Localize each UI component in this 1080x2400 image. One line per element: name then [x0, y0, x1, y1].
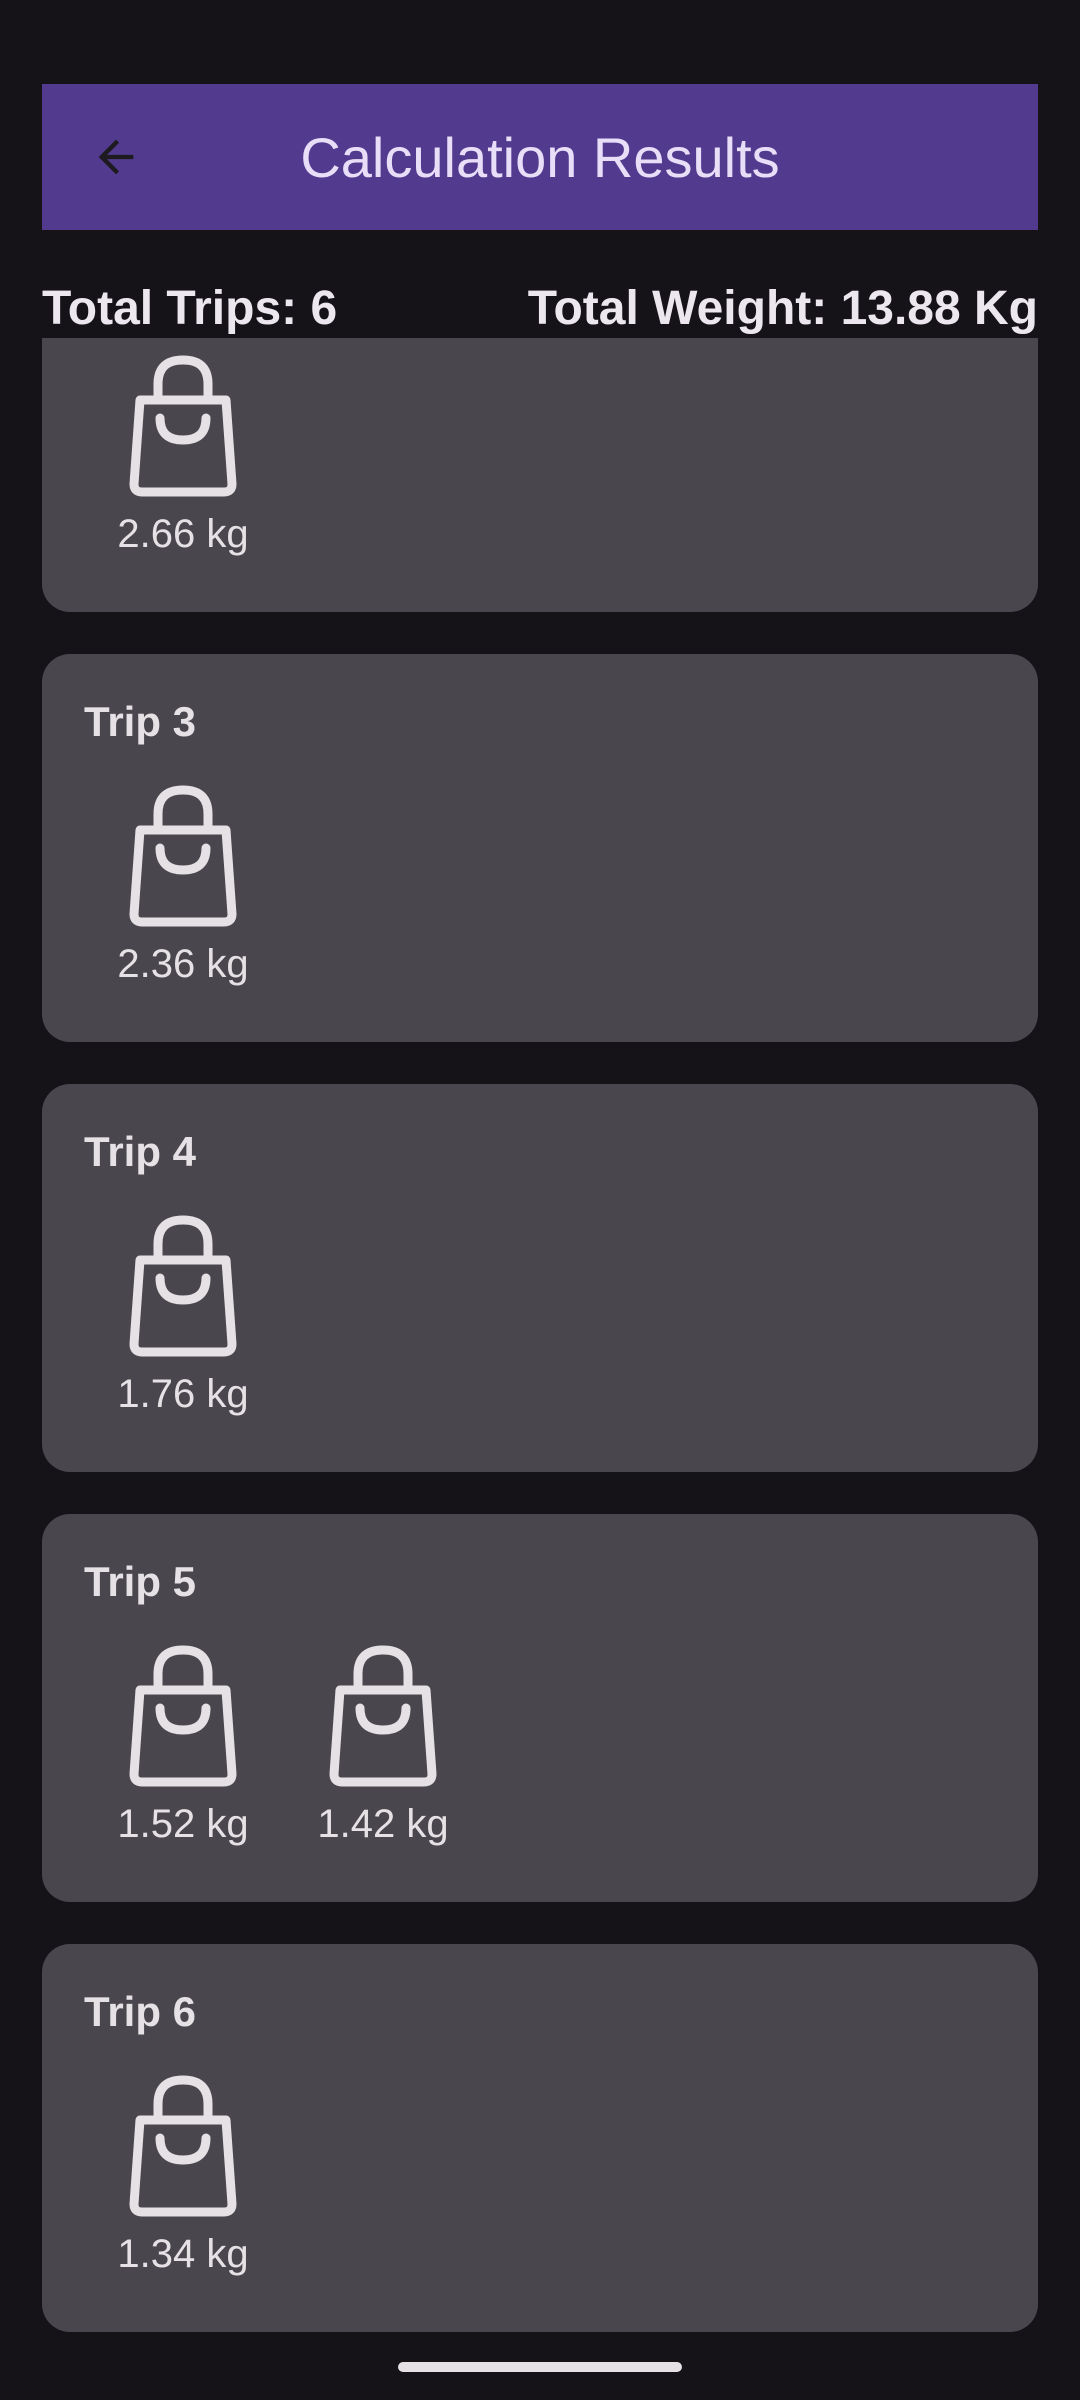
trip-card: Trip 3 2.36 kg	[42, 654, 1038, 1042]
trip-title: Trip 6	[84, 1988, 197, 2035]
shopping-bag-icon	[129, 1645, 237, 1787]
total-weight-label: Total Weight: 13.88 Kg	[527, 281, 1038, 335]
page-title: Calculation Results	[300, 125, 780, 189]
trip-card: Trip 4 1.76 kg	[42, 1084, 1038, 1472]
bag-item: 1.42 kg	[312, 1638, 454, 1847]
trip-card: 2.66 kg	[42, 338, 1038, 612]
gesture-navigation-bar[interactable]	[398, 2362, 682, 2372]
bag-item: 1.76 kg	[112, 1208, 254, 1417]
trip-title: Trip 3	[84, 698, 197, 745]
shopping-bag-icon	[129, 1215, 237, 1357]
trip-title: Trip 5	[84, 1558, 197, 1605]
total-trips-label: Total Trips: 6	[42, 281, 338, 335]
top-app-bar: Calculation Results	[42, 84, 1038, 230]
bag-item: 1.34 kg	[112, 2068, 254, 2277]
shopping-bag-icon	[329, 1645, 437, 1787]
shopping-bag-icon	[129, 785, 237, 927]
bag-weight: 2.36 kg	[117, 942, 249, 986]
trip-list[interactable]: 2.66 kg Trip 3 2.36 kg Trip 4 1.76 kg Tr…	[42, 338, 1038, 2338]
bag-item: 2.36 kg	[112, 778, 254, 987]
bag-weight: 1.42 kg	[317, 1802, 449, 1846]
trip-title: Trip 4	[84, 1128, 197, 1175]
trip-card: Trip 6 1.34 kg	[42, 1944, 1038, 2332]
bag-item: 1.52 kg	[112, 1638, 254, 1847]
bag-weight: 2.66 kg	[117, 512, 249, 556]
shopping-bag-icon	[129, 355, 237, 497]
arrow-back-icon	[98, 139, 134, 175]
bag-weight: 1.34 kg	[117, 2232, 249, 2276]
bag-weight: 1.52 kg	[117, 1802, 249, 1846]
shopping-bag-icon	[129, 2075, 237, 2217]
bag-item: 2.66 kg	[112, 348, 254, 557]
trip-card: Trip 5 1.52 kg 1.42 kg	[42, 1514, 1038, 1902]
back-button[interactable]	[86, 127, 146, 187]
summary-bar: Total Trips: 6 Total Weight: 13.88 Kg	[42, 270, 1038, 346]
bag-weight: 1.76 kg	[117, 1372, 249, 1416]
